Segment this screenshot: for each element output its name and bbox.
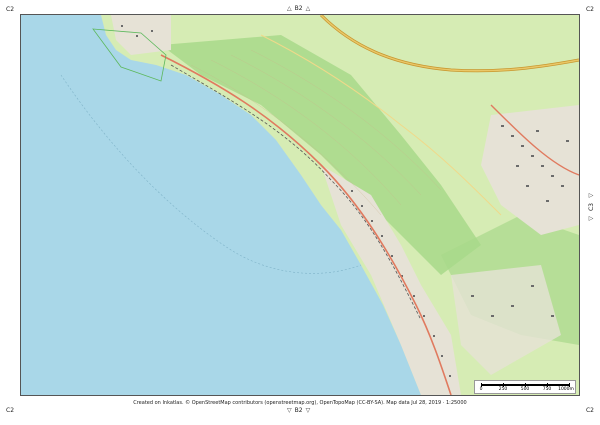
triangle-right-icon[interactable]: ▷	[589, 192, 594, 199]
triangle-right-icon[interactable]: ▷	[589, 215, 594, 222]
triangle-up-icon[interactable]: △	[287, 5, 292, 12]
scale-tick-label: 750	[542, 387, 552, 392]
grid-edge-bottom: ▽ B2 ▽	[287, 407, 310, 414]
grid-edge-right: ▷ C3 ▷	[584, 192, 598, 222]
scale-tick-label: 250	[498, 387, 508, 392]
map-frame[interactable]	[20, 14, 580, 396]
map-attribution: Created on Inkatlas. © OpenStreetMap con…	[133, 400, 467, 406]
scale-tick-label: 500	[520, 387, 530, 392]
map-canvas[interactable]	[21, 15, 579, 395]
grid-corner-label: C2	[585, 6, 594, 13]
scale-tick-label: 1000m	[558, 387, 574, 392]
scale-tick-label: 0	[479, 387, 483, 392]
grid-corner-label: C2	[6, 407, 15, 414]
triangle-down-icon[interactable]: ▽	[287, 407, 292, 414]
triangle-down-icon[interactable]: ▽	[306, 407, 311, 414]
grid-corner-label: C2	[6, 6, 15, 13]
grid-edge-label: B2	[294, 407, 303, 414]
scale-bar: 0 250 500 750 1000m	[474, 380, 576, 394]
triangle-up-icon[interactable]: △	[306, 5, 311, 12]
grid-corner-label: C2	[585, 407, 594, 414]
grid-edge-label: C3	[587, 203, 595, 212]
grid-edge-label: B2	[294, 5, 303, 12]
grid-edge-top: △ B2 △	[287, 5, 310, 12]
